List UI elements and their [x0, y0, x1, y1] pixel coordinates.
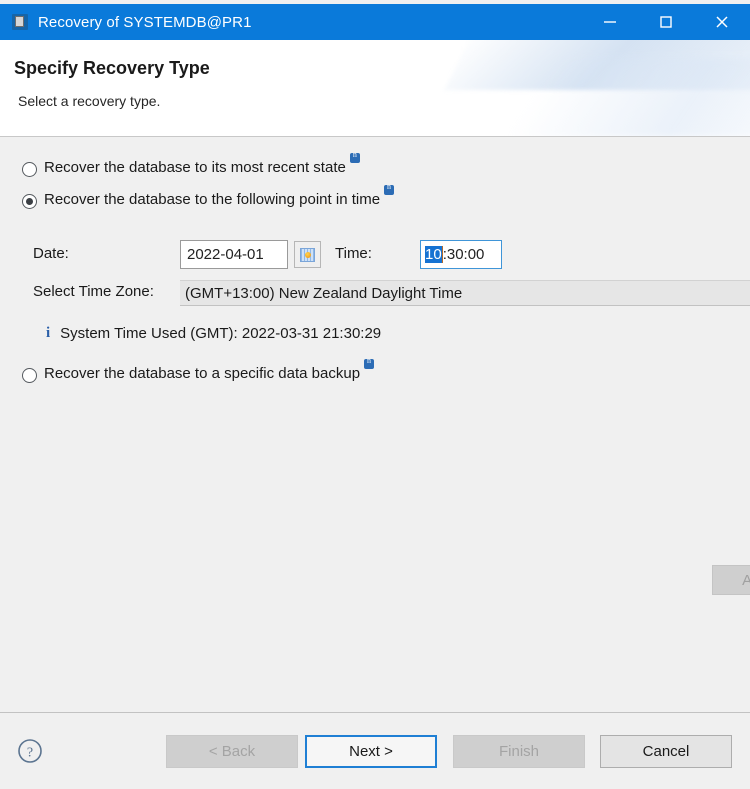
next-button[interactable]: Next > [305, 735, 437, 768]
radio-label: Recover the database to the following po… [44, 191, 381, 208]
date-picker-button[interactable] [294, 241, 321, 268]
note-badge-icon[interactable] [364, 356, 375, 369]
wizard-header: Specify Recovery Type Select a recovery … [0, 40, 750, 137]
radio-indicator[interactable] [22, 368, 37, 383]
timezone-label: Select Time Zone: [33, 283, 154, 300]
timezone-select[interactable]: (GMT+13:00) New Zealand Daylight Time [180, 280, 750, 306]
system-time-info: i System Time Used (GMT): 2022-03-31 21:… [46, 325, 381, 342]
radio-option-point-in-time[interactable]: Recover the database to the following po… [22, 182, 395, 209]
radio-option-specific-data-backup[interactable]: Recover the database to a specific data … [22, 356, 375, 383]
close-icon[interactable] [694, 4, 750, 40]
window-controls [582, 4, 750, 40]
maximize-icon[interactable] [638, 4, 694, 40]
help-circle-icon[interactable]: ? [17, 738, 43, 764]
time-label: Time: [335, 245, 372, 262]
timezone-selected-value: (GMT+13:00) New Zealand Daylight Time [185, 284, 463, 302]
window-title: Recovery of SYSTEMDB@PR1 [38, 13, 252, 31]
radio-label: Recover the database to its most recent … [44, 159, 346, 176]
time-input-rest: :30:00 [442, 246, 485, 263]
radio-option-most-recent-state[interactable]: Recover the database to its most recent … [22, 150, 360, 177]
svg-text:?: ? [27, 746, 33, 761]
time-input-selection: 10 [425, 246, 442, 263]
radio-indicator[interactable] [22, 162, 37, 177]
time-input[interactable]: 10:30:00 [420, 240, 502, 269]
date-input-value: 2022-04-01 [187, 246, 264, 263]
database-window-icon [12, 14, 28, 30]
info-icon: i [46, 325, 51, 341]
finish-button[interactable]: Finish [453, 735, 585, 768]
back-button[interactable]: < Back [166, 735, 298, 768]
radio-label: Recover the database to a specific data … [44, 365, 361, 382]
wizard-body: Recover the database to its most recent … [0, 137, 750, 712]
cancel-button[interactable]: Cancel [600, 735, 732, 768]
window-titlebar: Recovery of SYSTEMDB@PR1 [0, 4, 750, 40]
note-badge-icon[interactable] [349, 150, 360, 163]
date-label: Date: [33, 245, 69, 262]
date-input[interactable]: 2022-04-01 [180, 240, 288, 269]
system-time-text: System Time Used (GMT): 2022-03-31 21:30… [60, 325, 382, 342]
date-time-row: Date: 2022-04-01 Time: 10:30:00 [33, 240, 733, 270]
radio-indicator[interactable] [22, 194, 37, 209]
minimize-icon[interactable] [582, 4, 638, 40]
note-badge-icon[interactable] [384, 182, 395, 195]
header-decoration-secondary [493, 58, 750, 137]
recovery-wizard-dialog: Recovery of SYSTEMDB@PR1 Specify Recover… [0, 0, 750, 789]
advanced-button[interactable]: Adv [712, 565, 750, 595]
calendar-icon [300, 247, 315, 262]
page-title: Specify Recovery Type [14, 58, 210, 78]
page-subtitle: Select a recovery type. [18, 93, 161, 109]
